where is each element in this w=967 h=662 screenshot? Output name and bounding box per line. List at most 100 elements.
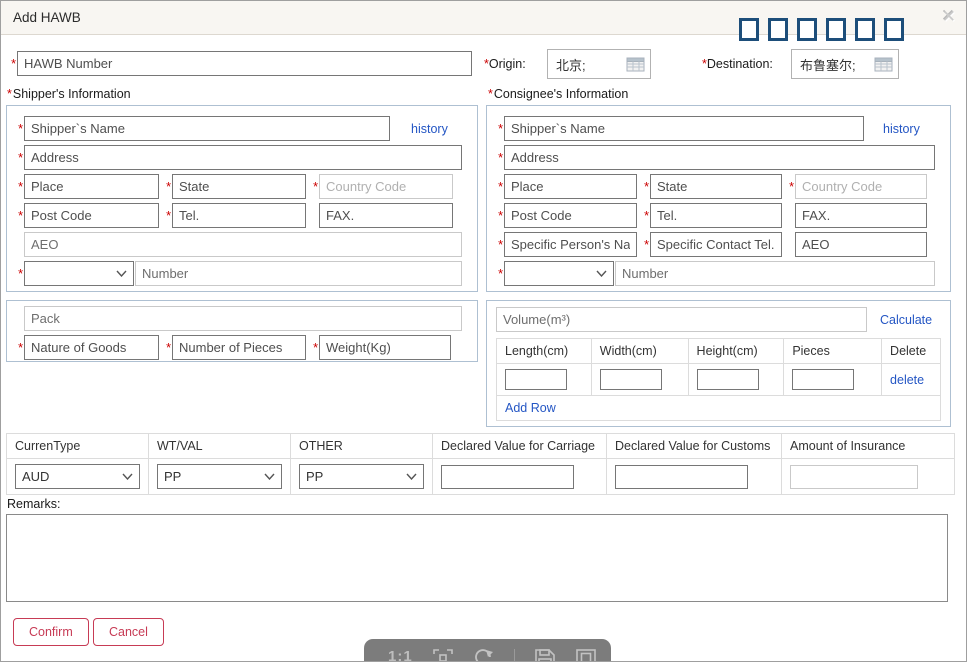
charges-table: CurrenType WT/VAL OTHER Declared Value f… [6,433,955,495]
placeholder-glyph-square[interactable] [739,18,759,41]
required-marker [16,178,24,196]
chevron-down-icon [596,270,607,277]
placeholder-glyph-square[interactable] [797,18,817,41]
rotate-icon[interactable] [473,648,495,662]
cancel-button[interactable]: Cancel [93,618,164,646]
curren-type-select[interactable]: AUD [15,464,140,489]
required-marker [787,178,795,196]
placeholder-glyph-square[interactable] [768,18,788,41]
calculate-link[interactable]: Calculate [880,313,932,327]
amount-of-insurance-input[interactable] [790,465,918,489]
placeholder-glyph-squares [739,18,904,41]
consignee-tel-input[interactable] [650,203,782,228]
hawb-number-group [9,51,472,76]
shipper-box: history [6,105,478,292]
col-height: Height(cm) [688,339,784,364]
consignee-country-code-input[interactable] [795,174,927,199]
shipper-aeo-input[interactable] [24,232,462,257]
col-length: Length(cm) [497,339,592,364]
save-icon[interactable] [534,648,556,662]
consignee-history-link[interactable]: history [883,122,920,136]
shipper-country-code-input[interactable] [319,174,453,199]
consignee-id-type-select[interactable] [504,261,614,286]
other-select[interactable]: PP [299,464,424,489]
shipper-address-input[interactable] [24,145,462,170]
dimensions-table: Length(cm) Width(cm) Height(cm) Pieces D… [496,338,941,421]
dialog-title: Add HAWB [13,10,81,25]
shipper-post-code-input[interactable] [24,203,159,228]
col-wt-val: WT/VAL [149,434,291,459]
consignee-number-input[interactable] [615,261,935,286]
required-marker [496,236,504,254]
consignee-aeo-input[interactable] [795,232,927,257]
placeholder-glyph-square[interactable] [826,18,846,41]
consignee-specific-tel-input[interactable] [650,232,782,257]
length-input[interactable] [505,369,567,390]
close-icon[interactable]: ✕ [942,7,956,27]
consignee-section-title: Consignee's Information [488,87,628,101]
consignee-place-input[interactable] [504,174,637,199]
number-of-pieces-input[interactable] [172,335,306,360]
nature-of-goods-input[interactable] [24,335,159,360]
pieces-input[interactable] [792,369,854,390]
height-input[interactable] [697,369,759,390]
shipper-fax-input[interactable] [319,203,453,228]
delete-row-link[interactable]: delete [890,373,924,387]
table-lookup-icon[interactable] [626,57,645,72]
consignee-box: history [486,105,951,292]
required-marker [496,207,504,225]
image-viewer-toolbar: 1:1 [364,639,611,662]
shipper-number-input[interactable] [135,261,462,286]
consignee-address-input[interactable] [504,145,935,170]
toolbar-separator [514,649,515,662]
origin-lookup-field[interactable]: 北京; [547,49,651,79]
shipper-section-title: Shipper's Information [7,87,131,101]
table-lookup-icon[interactable] [874,57,893,72]
shipper-history-link[interactable]: history [411,122,448,136]
pack-input[interactable] [24,306,462,331]
volume-input[interactable] [496,307,867,332]
charges-header-row: CurrenType WT/VAL OTHER Declared Value f… [7,434,955,459]
weight-input[interactable] [319,335,451,360]
consignee-state-input[interactable] [650,174,782,199]
placeholder-glyph-square[interactable] [855,18,875,41]
placeholder-glyph-square[interactable] [884,18,904,41]
shipper-place-input[interactable] [24,174,159,199]
shipper-tel-input[interactable] [172,203,306,228]
consignee-post-code-input[interactable] [504,203,637,228]
origin-value: 北京; [556,55,586,74]
destination-value: 布鲁塞尔; [800,55,856,74]
fit-to-screen-icon[interactable] [432,648,454,662]
shipper-name-input[interactable] [24,116,390,141]
required-marker [16,207,24,225]
actual-size-button[interactable]: 1:1 [388,648,413,662]
col-pieces: Pieces [784,339,882,364]
charges-value-row: AUD PP PP [7,459,955,495]
required-marker [311,178,319,196]
dimensions-header-row: Length(cm) Width(cm) Height(cm) Pieces D… [497,339,941,364]
required-marker [496,178,504,196]
original-size-icon[interactable] [575,648,597,662]
required-marker [496,120,504,138]
consignee-specific-person-input[interactable] [504,232,637,257]
chevron-down-icon [116,270,127,277]
shipper-state-input[interactable] [172,174,306,199]
declared-value-carriage-input[interactable] [441,465,574,489]
declared-value-customs-input[interactable] [615,465,748,489]
shipper-id-type-select[interactable] [24,261,134,286]
add-row-link[interactable]: Add Row [505,401,556,415]
pack-box [6,300,478,362]
confirm-button[interactable]: Confirm [13,618,89,646]
consignee-name-input[interactable] [504,116,864,141]
col-delete: Delete [882,339,941,364]
consignee-fax-input[interactable] [795,203,927,228]
chevron-down-icon [122,473,133,480]
wt-val-select[interactable]: PP [157,464,282,489]
destination-lookup-field[interactable]: 布鲁塞尔; [791,49,899,79]
remarks-textarea[interactable] [6,514,948,602]
col-amount-insurance: Amount of Insurance [782,434,955,459]
hawb-number-input[interactable] [17,51,472,76]
required-marker [496,149,504,167]
col-width: Width(cm) [591,339,688,364]
width-input[interactable] [600,369,662,390]
